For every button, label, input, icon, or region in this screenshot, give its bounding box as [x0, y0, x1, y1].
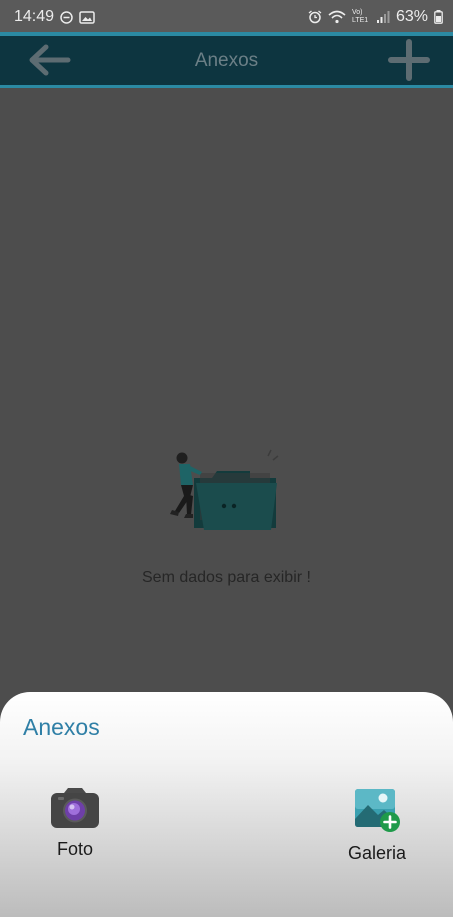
empty-state-message: Sem dados para exibir ! [142, 569, 311, 586]
gallery-notification-icon [79, 10, 95, 24]
volte-label: Vo) LTE1 [351, 9, 369, 24]
sheet-title: Anexos [23, 714, 100, 740]
status-right: Vo) LTE1 63% [308, 8, 443, 26]
gallery-option-label: Galeria [347, 843, 407, 863]
camera-icon [51, 788, 99, 828]
status-bar: 14:49 Vo) LTE1 63% [0, 0, 453, 32]
content-area: Sem dados para exibir ! [0, 88, 453, 750]
photo-option-button[interactable]: Foto [30, 787, 120, 860]
wifi-icon [328, 10, 346, 24]
app-bar: Anexos [0, 32, 453, 88]
battery-icon [434, 10, 443, 24]
gallery-option-button[interactable]: Galeria [332, 787, 422, 864]
clock: 14:49 [14, 8, 55, 25]
add-button[interactable] [387, 38, 431, 82]
alarm-icon [308, 10, 322, 24]
status-left: 14:49 [14, 8, 95, 26]
do-not-disturb-icon [60, 10, 73, 24]
battery-percent: 63% [395, 8, 428, 25]
page-title: Anexos [194, 50, 259, 71]
plus-icon [388, 39, 430, 81]
signal-icon [376, 10, 390, 23]
attachment-bottom-sheet: Anexos Foto Galeria [0, 692, 453, 917]
gallery-add-icon [355, 789, 400, 832]
photo-option-label: Foto [56, 839, 94, 859]
empty-folder-illustration [170, 449, 279, 530]
